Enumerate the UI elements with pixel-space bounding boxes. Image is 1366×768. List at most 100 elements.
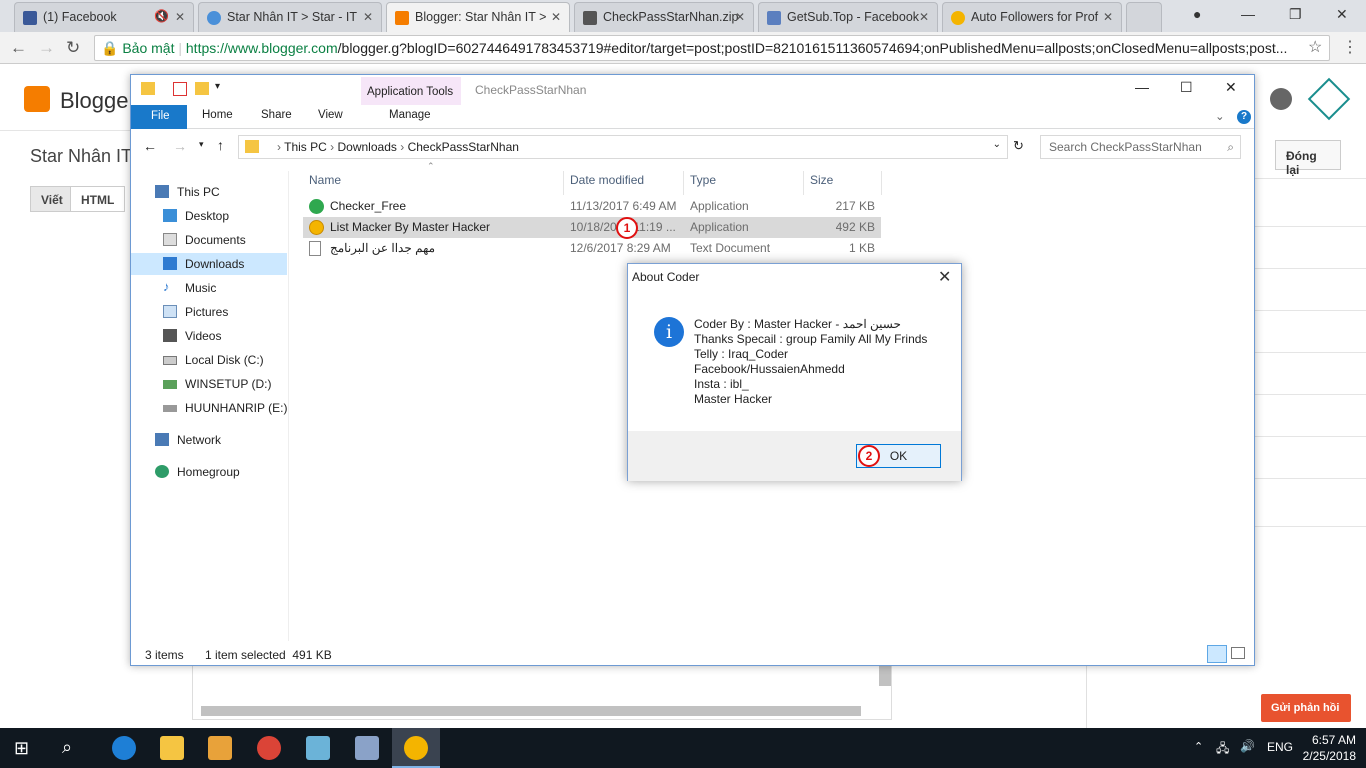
- close-tab-icon[interactable]: ✕: [175, 10, 185, 24]
- column-size[interactable]: Size: [810, 173, 833, 187]
- search-input[interactable]: Search CheckPassStarNhan ⌕: [1040, 135, 1241, 159]
- app-icon[interactable]: [306, 736, 330, 760]
- tab-auto-followers[interactable]: Auto Followers for Prof ✕: [942, 2, 1122, 32]
- tab-view[interactable]: View: [318, 109, 343, 121]
- nav-this-pc[interactable]: This PC: [131, 181, 287, 203]
- large-icons-view-icon[interactable]: [1231, 647, 1245, 659]
- nav-network[interactable]: Network: [131, 429, 287, 451]
- nav-homegroup[interactable]: Homegroup: [131, 461, 287, 483]
- breadcrumb-downloads[interactable]: Downloads: [338, 140, 397, 154]
- forward-icon[interactable]: →: [173, 138, 187, 154]
- maximize-icon[interactable]: ☐: [1180, 79, 1193, 96]
- nav-winsetup[interactable]: WINSETUP (D:): [131, 373, 287, 395]
- close-tab-icon[interactable]: ✕: [735, 10, 745, 24]
- active-app-slot[interactable]: [392, 728, 440, 768]
- videos-icon: [163, 329, 177, 342]
- close-window-icon[interactable]: ✕: [1225, 79, 1237, 96]
- up-icon[interactable]: ↑: [217, 137, 224, 153]
- address-bar[interactable]: 🔒 Bảo mật | https://www.blogger.com/blog…: [94, 35, 1330, 61]
- tab-getsub[interactable]: GetSub.Top - Facebook ✕: [758, 2, 938, 32]
- nav-downloads[interactable]: Downloads: [131, 253, 287, 275]
- tab-facebook[interactable]: (1) Facebook 🔇 ✕: [14, 2, 194, 32]
- show-hidden-icons-icon[interactable]: ⌃: [1194, 740, 1203, 753]
- column-divider[interactable]: [683, 171, 684, 195]
- windows-start-icon[interactable]: ⊞: [14, 738, 29, 759]
- horizontal-scrollbar[interactable]: [201, 706, 861, 716]
- nav-pictures[interactable]: Pictures: [131, 301, 287, 323]
- tab-share[interactable]: Share: [261, 109, 292, 121]
- tab-star-it[interactable]: Star Nhân IT > Star - IT ✕: [198, 2, 382, 32]
- file-row[interactable]: Checker_Free 11/13/2017 6:49 AM Applicat…: [303, 196, 881, 217]
- quick-access-dropdown-icon[interactable]: ▾: [215, 81, 220, 92]
- file-explorer-icon[interactable]: [160, 736, 184, 760]
- status-bar: 3 items 1 item selected 491 KB: [131, 645, 1254, 665]
- tab-manage[interactable]: Manage: [389, 109, 431, 121]
- close-tab-icon[interactable]: ✕: [1103, 10, 1113, 24]
- bookmark-star-icon[interactable]: ☆: [1308, 37, 1322, 57]
- nav-videos[interactable]: Videos: [131, 325, 287, 347]
- column-date[interactable]: Date modified: [570, 173, 644, 187]
- html-mode-button[interactable]: HTML: [70, 186, 126, 212]
- chevron-down-icon[interactable]: ⌄: [993, 139, 1001, 150]
- new-tab-button[interactable]: [1126, 2, 1162, 32]
- menu-icon[interactable]: ⋮: [1342, 37, 1358, 57]
- close-window-icon[interactable]: ✕: [1336, 6, 1348, 23]
- refresh-icon[interactable]: ↻: [1013, 138, 1024, 154]
- edge-icon[interactable]: [112, 736, 136, 760]
- tab-file[interactable]: File: [131, 105, 187, 129]
- back-icon[interactable]: ←: [143, 138, 157, 154]
- properties-icon[interactable]: [173, 82, 187, 96]
- profile-icon[interactable]: ●: [1193, 6, 1201, 22]
- minimize-icon[interactable]: —: [1241, 6, 1255, 22]
- post-editor[interactable]: [192, 665, 892, 720]
- nav-documents[interactable]: Documents: [131, 229, 287, 251]
- tab-blogger[interactable]: Blogger: Star Nhân IT > ✕: [386, 2, 570, 32]
- tab-title: Blogger: Star Nhân IT >: [415, 10, 547, 24]
- search-icon[interactable]: ⌕: [62, 737, 72, 758]
- column-type[interactable]: Type: [690, 173, 716, 187]
- compose-mode-button[interactable]: Viết: [30, 186, 74, 212]
- reload-icon[interactable]: ↻: [66, 38, 80, 58]
- restore-icon[interactable]: ❐: [1289, 6, 1302, 23]
- nav-huunhanrip[interactable]: HUUNHANRIP (E:): [131, 397, 287, 419]
- close-post-button[interactable]: Đóng lại: [1275, 140, 1341, 177]
- file-row[interactable]: List Macker By Master Hacker 10/18/2017 …: [303, 217, 881, 238]
- close-tab-icon[interactable]: ✕: [363, 10, 373, 24]
- new-folder-icon[interactable]: [195, 82, 209, 95]
- recent-locations-icon[interactable]: ▾: [199, 139, 204, 150]
- close-dialog-icon[interactable]: ✕: [938, 267, 951, 287]
- nav-local-disk[interactable]: Local Disk (C:): [131, 349, 287, 371]
- column-divider[interactable]: [881, 171, 882, 195]
- file-row[interactable]: مهم جداا عن البرنامج 12/6/2017 8:29 AM T…: [303, 238, 881, 259]
- network-icon[interactable]: 🖧: [1216, 739, 1229, 760]
- nav-desktop[interactable]: Desktop: [131, 205, 287, 227]
- back-icon[interactable]: ←: [10, 38, 27, 58]
- expand-ribbon-icon[interactable]: ⌄: [1215, 109, 1225, 123]
- input-language[interactable]: ENG: [1267, 740, 1293, 754]
- clock[interactable]: 6:57 AM 2/25/2018: [1303, 732, 1356, 764]
- breadcrumb-folder[interactable]: CheckPassStarNhan: [408, 140, 519, 154]
- column-divider[interactable]: [803, 171, 804, 195]
- paint-icon[interactable]: [355, 736, 379, 760]
- media-player-icon[interactable]: [208, 736, 232, 760]
- close-tab-icon[interactable]: ✕: [919, 10, 929, 24]
- sort-arrow-icon: ⌃: [427, 161, 435, 171]
- column-name[interactable]: Name: [309, 173, 341, 187]
- address-bar[interactable]: › This PC › Downloads › CheckPassStarNha…: [238, 135, 1008, 159]
- tab-home[interactable]: Home: [202, 109, 233, 121]
- nav-music[interactable]: ♪ Music: [131, 277, 287, 299]
- vertical-scrollbar[interactable]: [879, 666, 891, 686]
- tab-zip[interactable]: CheckPassStarNhan.zip ✕: [574, 2, 754, 32]
- details-view-icon[interactable]: [1207, 645, 1227, 663]
- help-icon[interactable]: ?: [1237, 110, 1251, 124]
- breadcrumb-this-pc[interactable]: This PC: [284, 140, 327, 154]
- close-tab-icon[interactable]: ✕: [551, 10, 561, 24]
- volume-icon[interactable]: 🔊: [1240, 739, 1255, 753]
- mute-icon[interactable]: 🔇: [154, 9, 169, 23]
- minimize-icon[interactable]: —: [1135, 79, 1149, 95]
- column-divider[interactable]: [563, 171, 564, 195]
- forward-icon[interactable]: →: [38, 38, 55, 58]
- notifications-icon[interactable]: [1270, 88, 1292, 110]
- chrome-icon[interactable]: [257, 736, 281, 760]
- feedback-button[interactable]: Gửi phản hồi: [1261, 694, 1351, 722]
